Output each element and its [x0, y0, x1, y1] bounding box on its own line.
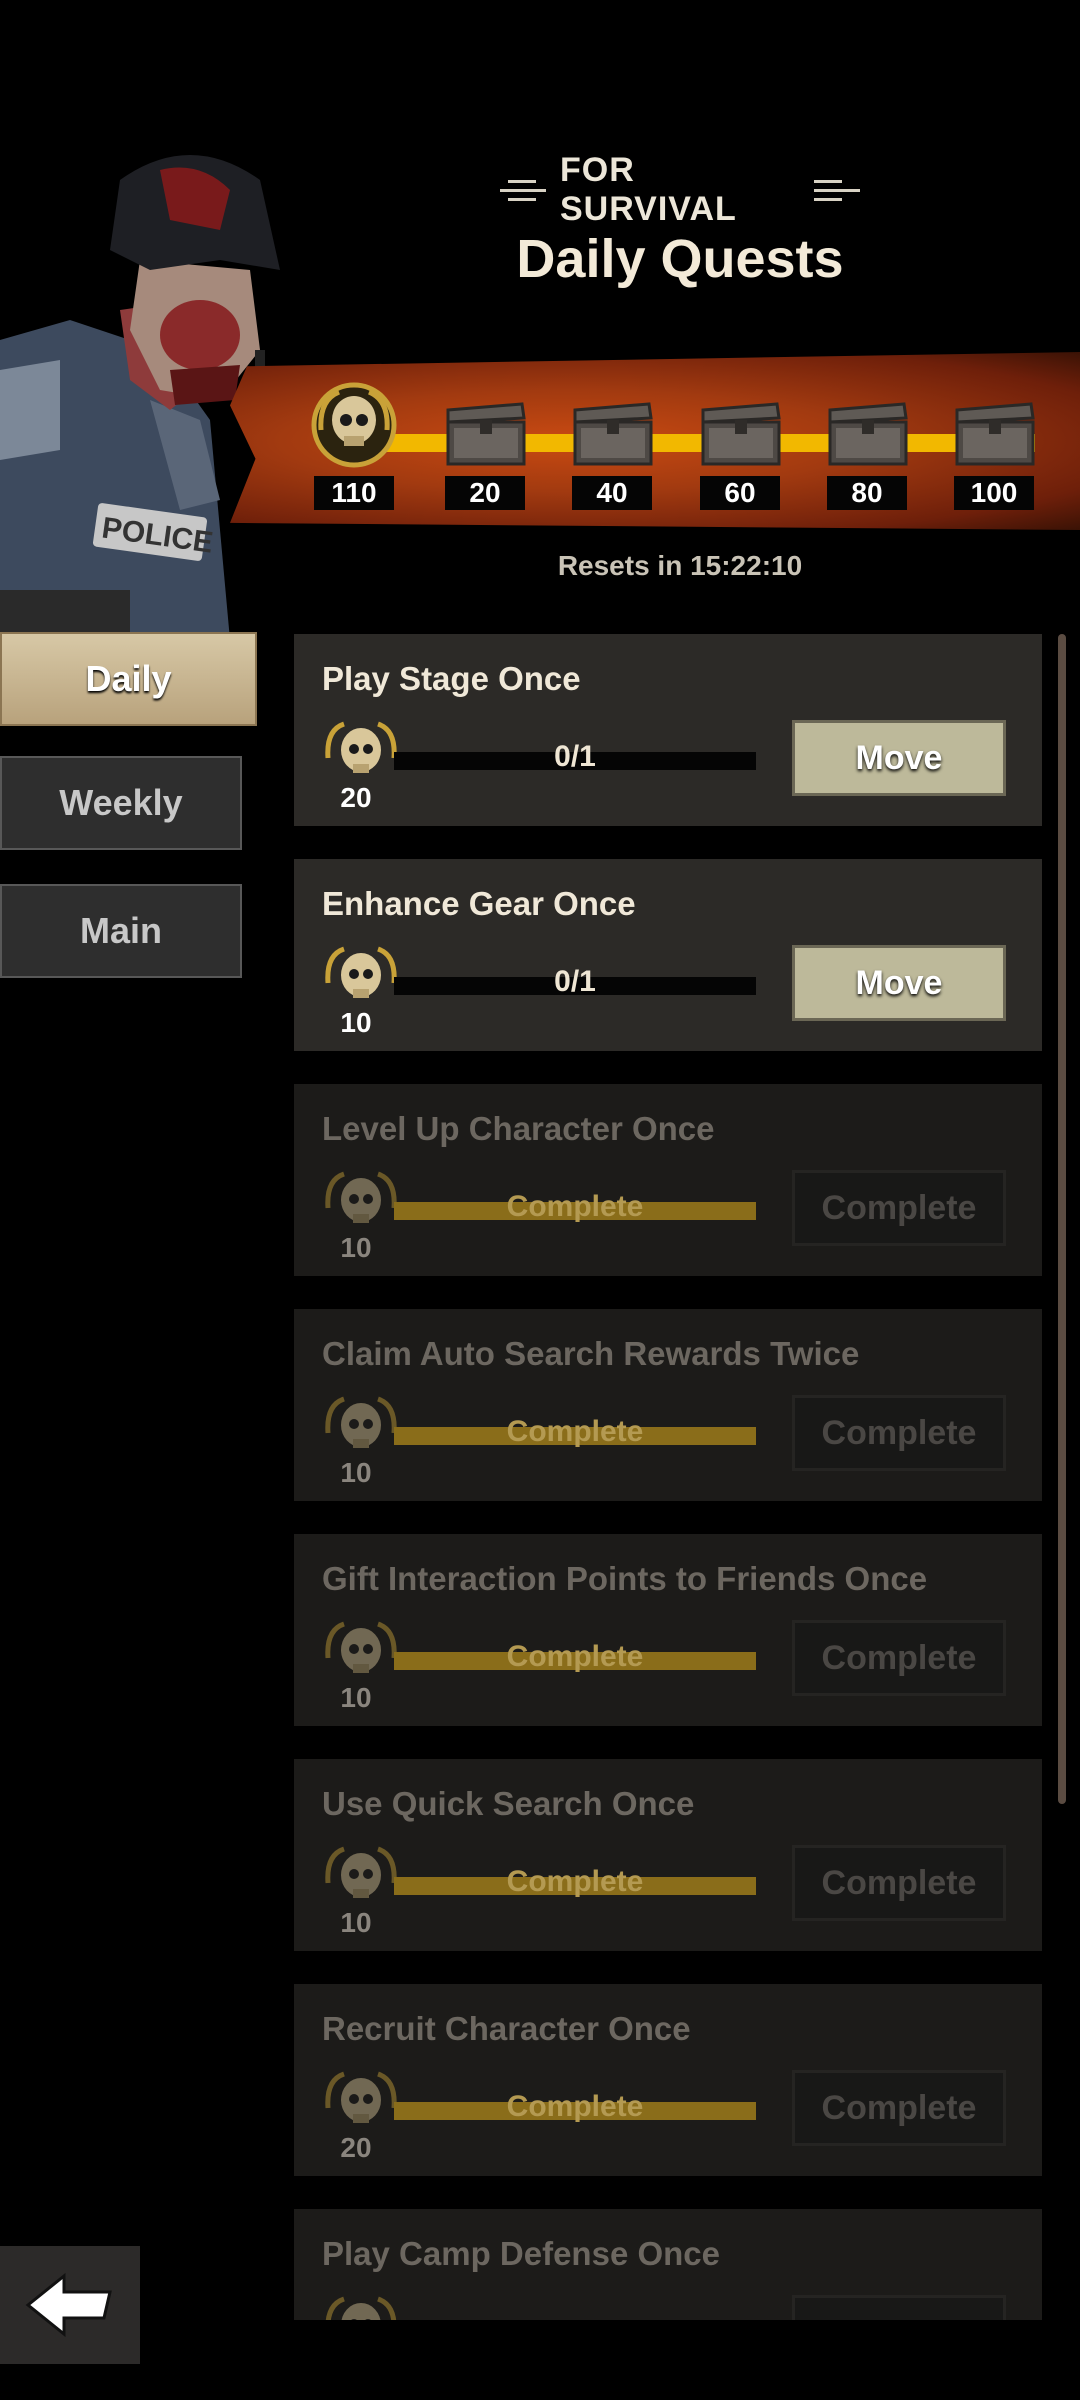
move-button[interactable]: Move [792, 945, 1006, 1021]
treasure-chest-icon [955, 402, 1035, 466]
quest-name: Enhance Gear Once [322, 885, 636, 922]
complete-button[interactable]: Complete [792, 2070, 1006, 2146]
quest-name: Play Stage Once [322, 660, 581, 697]
quest-points: 20 [340, 782, 372, 813]
skull-badge-icon [325, 1846, 397, 1898]
back-arrow-icon [25, 2272, 112, 2338]
quest-card: Recruit Character Once 20 Complete Compl… [294, 1984, 1042, 2176]
treasure-chest-icon [573, 402, 653, 466]
quest-points: 10 [340, 1907, 372, 1938]
header-subtitle-row: FOR SURVIVAL [500, 151, 860, 228]
quest-progress-text: Complete [506, 1415, 644, 1448]
quest-card: Use Quick Search Once 10 Complete Comple… [294, 1759, 1042, 1951]
complete-button[interactable]: Complete [792, 1620, 1006, 1696]
tab-weekly[interactable]: Weekly [0, 756, 242, 850]
quest-points: 10 [340, 1682, 372, 1713]
list-bottom-mask [280, 2320, 1080, 2400]
quest-progress-text: Complete [506, 2090, 644, 2123]
reward-chest-20[interactable]: 20 [435, 380, 535, 510]
treasure-chest-icon [446, 402, 526, 466]
quest-points: 10 [340, 1232, 372, 1263]
quest-progress-text: Complete [506, 1190, 644, 1223]
skull-badge-icon [325, 946, 397, 998]
header-subtitle: FOR SURVIVAL [560, 151, 737, 228]
quest-progress-text: Complete [506, 1640, 644, 1673]
right-dash-decor [814, 179, 860, 201]
tab-daily[interactable]: Daily [0, 632, 257, 726]
milestone-label: 20 [445, 476, 525, 510]
reset-timer: Resets in 15:22:10 [557, 550, 803, 581]
treasure-chest-icon [701, 402, 781, 466]
current-points-badge: 110 [304, 380, 404, 510]
quest-card: Enhance Gear Once 10 0/1 Move [294, 859, 1042, 1051]
skull-badge-icon [325, 721, 397, 773]
quest-name: Claim Auto Search Rewards Twice [322, 1335, 860, 1372]
quest-progress-text: 0/1 [554, 740, 596, 773]
quest-card: Play Stage Once 20 0/1 Move [294, 634, 1042, 826]
quest-card: Claim Auto Search Rewards Twice 10 Compl… [294, 1309, 1042, 1501]
quest-card: Gift Interaction Points to Friends Once … [294, 1534, 1042, 1726]
milestone-label: 60 [700, 476, 780, 510]
reward-chest-80[interactable]: 80 [817, 380, 917, 510]
quest-name: Play Camp Defense Once [322, 2235, 720, 2272]
complete-button[interactable]: Complete [792, 1395, 1006, 1471]
current-points-value: 110 [314, 476, 394, 510]
skull-badge-icon [325, 1621, 397, 1673]
milestone-label: 80 [827, 476, 907, 510]
reward-chest-60[interactable]: 60 [690, 380, 790, 510]
complete-button[interactable]: Complete [792, 1845, 1006, 1921]
skull-badge-icon [311, 382, 397, 468]
tab-main[interactable]: Main [0, 884, 242, 978]
back-button[interactable] [0, 2246, 140, 2364]
quest-progress-text: Complete [506, 1865, 644, 1898]
move-button[interactable]: Move [792, 720, 1006, 796]
quest-points: 10 [340, 1007, 372, 1038]
left-dash-decor [500, 179, 546, 201]
reward-chest-100[interactable]: 100 [944, 380, 1044, 510]
quest-card: Level Up Character Once 10 Complete Comp… [294, 1084, 1042, 1276]
complete-button[interactable]: Complete [792, 1170, 1006, 1246]
skull-badge-icon [325, 2071, 397, 2123]
treasure-chest-icon [828, 402, 908, 466]
quest-list-scrollbar[interactable] [1058, 634, 1066, 1804]
milestone-label: 100 [954, 476, 1034, 510]
skull-badge-icon [325, 1171, 397, 1223]
quest-points: 20 [340, 2132, 372, 2163]
page-title: Daily Quests [516, 229, 844, 289]
quest-progress-text: 0/1 [554, 965, 596, 998]
quest-name: Level Up Character Once [322, 1110, 715, 1147]
quest-name: Use Quick Search Once [322, 1785, 695, 1822]
skull-badge-icon [325, 1396, 397, 1448]
quest-name: Recruit Character Once [322, 2010, 691, 2047]
quest-points: 10 [340, 1457, 372, 1488]
reward-chest-40[interactable]: 40 [562, 380, 662, 510]
quest-name: Gift Interaction Points to Friends Once [322, 1560, 928, 1597]
milestone-label: 40 [572, 476, 652, 510]
